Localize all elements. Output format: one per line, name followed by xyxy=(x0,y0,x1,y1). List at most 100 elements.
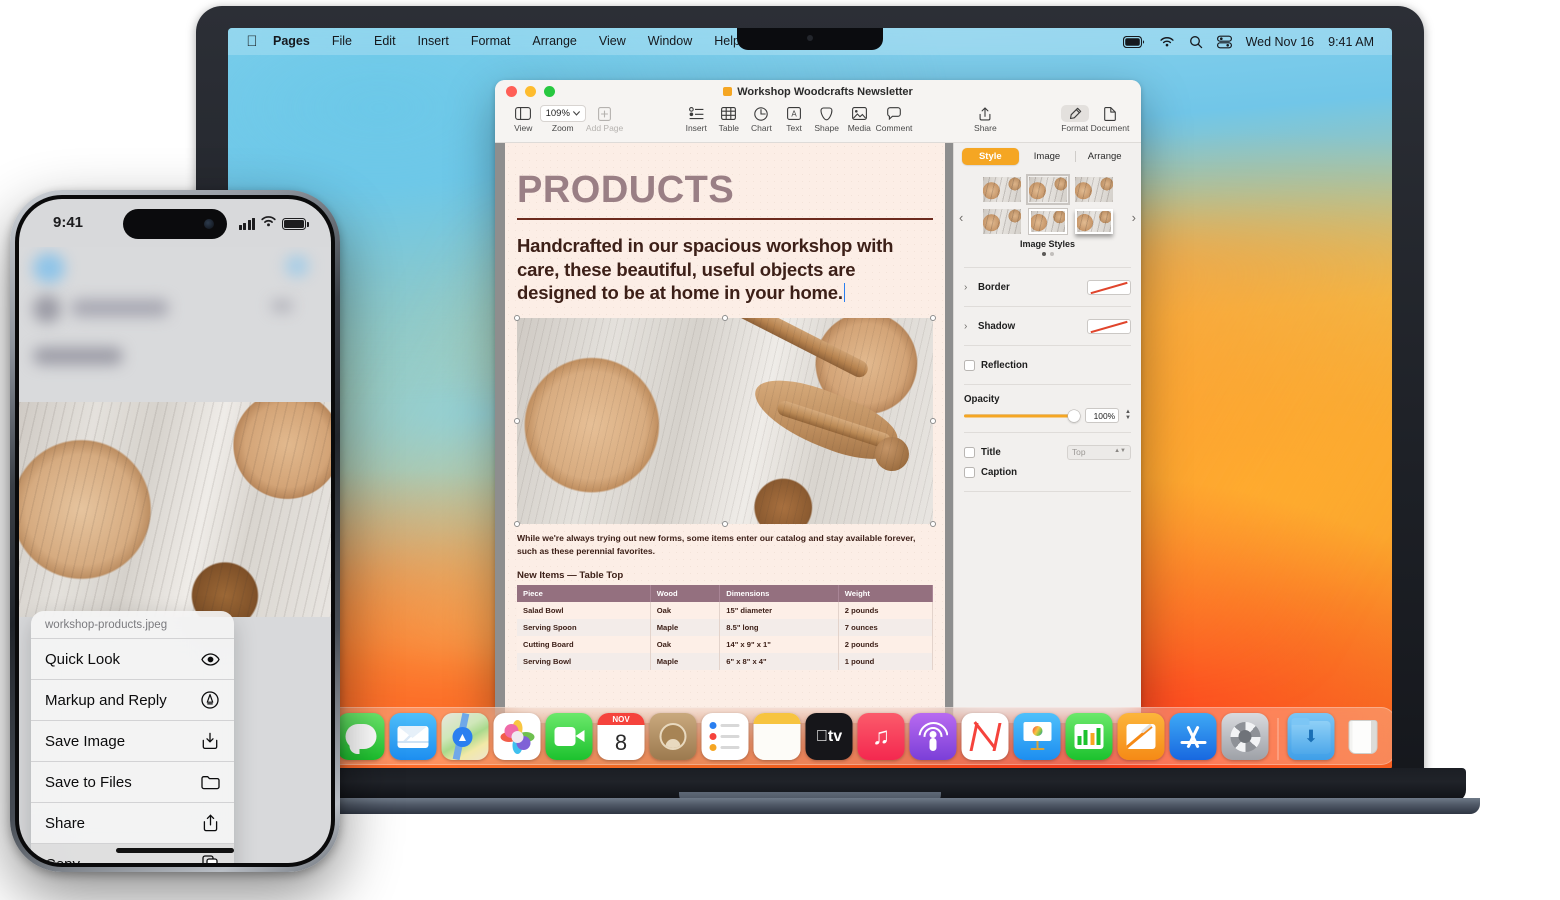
format-button[interactable]: Format xyxy=(1058,105,1091,133)
table-button[interactable]: Table xyxy=(713,105,746,133)
zoom-value-pill[interactable]: 109% xyxy=(539,105,586,122)
zoom-button[interactable] xyxy=(544,86,555,97)
dock-item-numbers[interactable] xyxy=(1065,713,1113,760)
table-cell[interactable]: 15" diameter xyxy=(719,601,839,619)
styles-page-dots[interactable] xyxy=(954,252,1141,256)
wifi-icon[interactable] xyxy=(1159,36,1175,48)
table-cell[interactable]: Maple xyxy=(650,652,721,670)
dock-item-appletv[interactable]: tv xyxy=(805,713,853,760)
close-button[interactable] xyxy=(506,86,517,97)
menu-item-window[interactable]: Window xyxy=(637,28,703,55)
products-table[interactable]: Piece Wood Dimensions Weight Salad Bowl … xyxy=(517,584,934,670)
image-style-option-selected[interactable] xyxy=(1025,174,1070,205)
pages-window[interactable]: Workshop Woodcrafts Newsletter View 109% xyxy=(495,80,1141,723)
table-cell[interactable]: Serving Spoon xyxy=(517,618,651,636)
menu-item-quick-look[interactable]: Quick Look xyxy=(31,639,234,680)
image-style-option[interactable] xyxy=(1028,209,1067,234)
opacity-value[interactable]: 100% xyxy=(1085,408,1120,423)
zoom-control[interactable]: 109% Zoom xyxy=(539,105,586,133)
battery-icon[interactable] xyxy=(1122,35,1145,48)
search-icon[interactable] xyxy=(1189,35,1203,49)
disclosure-chevron-icon[interactable]: › xyxy=(964,321,972,332)
dock-item-system-settings[interactable] xyxy=(1221,713,1269,760)
table-cell[interactable]: 2 pounds xyxy=(838,601,934,619)
menu-item-save-image[interactable]: Save Image xyxy=(31,721,234,762)
table-header-weight[interactable]: Weight xyxy=(838,584,934,602)
table-cell[interactable]: Serving Bowl xyxy=(517,652,651,670)
dock-item-maps[interactable]: ▲ xyxy=(441,713,489,760)
dock-item-calendar[interactable]: NOV 8 xyxy=(597,713,645,760)
image-style-option[interactable] xyxy=(1074,177,1113,202)
dock-item-pages[interactable] xyxy=(1117,713,1165,760)
menu-bar-date[interactable]: Wed Nov 16 xyxy=(1246,35,1315,49)
tab-arrange[interactable]: Arrange xyxy=(1076,148,1133,165)
menu-item-copy[interactable]: Copy xyxy=(31,844,234,863)
dock-item-podcasts[interactable] xyxy=(909,713,957,760)
page-dot-1[interactable] xyxy=(1041,252,1046,256)
table-cell[interactable]: 1 pound xyxy=(838,652,934,670)
table-cell[interactable]: 8.5" long xyxy=(719,618,839,636)
table-cell[interactable]: Maple xyxy=(650,618,721,636)
document-canvas[interactable]: PRODUCTS Handcrafted in our spacious wor… xyxy=(495,143,953,723)
window-controls[interactable] xyxy=(495,86,555,97)
blurred-conversation-area[interactable] xyxy=(19,247,331,402)
opacity-control[interactable]: 100% ▲ ▼ xyxy=(954,405,1141,423)
opacity-slider[interactable] xyxy=(964,409,1081,423)
dock-item-mail[interactable] xyxy=(389,713,437,760)
share-button[interactable]: Share xyxy=(969,105,1002,133)
title-checkbox[interactable] xyxy=(964,446,975,458)
menu-bar-time[interactable]: 9:41 AM xyxy=(1328,35,1374,49)
document-page[interactable]: PRODUCTS Handcrafted in our spacious wor… xyxy=(505,143,945,723)
dock-item-facetime[interactable] xyxy=(545,713,593,760)
table-cell[interactable]: 7 ounces xyxy=(838,618,934,636)
menu-item-edit[interactable]: Edit xyxy=(363,28,407,55)
title-row[interactable]: Title Top ▲▼ xyxy=(954,442,1141,462)
dock-item-trash[interactable] xyxy=(1340,713,1387,760)
dock-item-keynote[interactable] xyxy=(1013,713,1061,760)
document-button[interactable]: Document xyxy=(1091,105,1129,133)
shadow-row[interactable]: › Shadow xyxy=(954,316,1141,336)
menu-item-save-to-files[interactable]: Save to Files xyxy=(31,762,234,803)
border-row[interactable]: › Border xyxy=(954,277,1141,297)
shape-button[interactable]: Shape xyxy=(810,105,843,133)
table-cell[interactable]: Cutting Board xyxy=(517,635,651,653)
dock-item-reminders[interactable] xyxy=(701,713,749,760)
border-style-swatch[interactable] xyxy=(1087,279,1131,295)
menu-item-file[interactable]: File xyxy=(321,28,363,55)
add-page-button[interactable]: Add Page xyxy=(586,105,623,133)
chart-button[interactable]: Chart xyxy=(745,105,778,133)
insert-button[interactable]: Insert xyxy=(680,105,713,133)
title-position-select[interactable]: Top ▲▼ xyxy=(1067,444,1131,460)
menu-item-arrange[interactable]: Arrange xyxy=(521,28,587,55)
table-cell[interactable]: Oak xyxy=(650,635,721,653)
inspector-tabs[interactable]: Style Image Arrange xyxy=(954,143,1141,169)
disclosure-chevron-icon[interactable]: › xyxy=(964,282,972,293)
reflection-checkbox[interactable] xyxy=(964,359,975,371)
dock-item-music[interactable]: ♫ xyxy=(857,713,905,760)
page-dot-2[interactable] xyxy=(1049,252,1054,256)
tab-style[interactable]: Style xyxy=(962,148,1019,165)
table-header-piece[interactable]: Piece xyxy=(517,584,651,602)
dock-item-appstore[interactable] xyxy=(1169,713,1217,760)
resize-handle-tc[interactable] xyxy=(722,315,728,322)
shadow-style-swatch[interactable] xyxy=(1087,318,1131,334)
view-button[interactable]: View xyxy=(507,105,540,133)
resize-handle-mr[interactable] xyxy=(930,418,936,425)
image-style-option[interactable] xyxy=(1074,209,1113,234)
menu-item-format[interactable]: Format xyxy=(460,28,522,55)
slider-knob[interactable] xyxy=(1068,409,1081,422)
resize-handle-tr[interactable] xyxy=(930,315,936,322)
prev-styles-icon[interactable]: ‹ xyxy=(959,210,963,225)
apple-logo-icon[interactable]:  xyxy=(242,33,262,51)
table-cell[interactable]: 6" x 8" x 4" xyxy=(719,652,839,670)
home-indicator[interactable] xyxy=(116,848,234,853)
resize-handle-bc[interactable] xyxy=(722,521,728,528)
resize-handle-br[interactable] xyxy=(930,521,936,528)
resize-handle-bl[interactable] xyxy=(514,521,520,528)
table-cell[interactable]: Salad Bowl xyxy=(517,601,651,619)
image-context-menu[interactable]: workshop-products.jpeg Quick Look Markup… xyxy=(31,611,234,863)
wooden-bowls-photo[interactable] xyxy=(517,318,933,525)
table-cell[interactable]: 14" x 9" x 1" xyxy=(719,635,839,653)
iphone-screen[interactable]: 9:41 workshop-products.jpeg Quick Look M… xyxy=(19,199,331,863)
selected-image[interactable] xyxy=(514,315,936,528)
